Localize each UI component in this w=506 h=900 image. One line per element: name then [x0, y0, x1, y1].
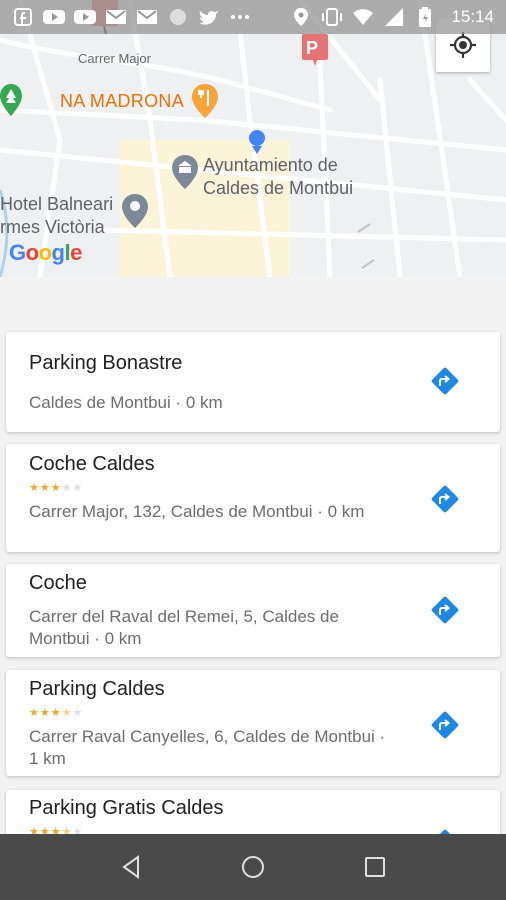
rating-stars: ★★★★★: [29, 482, 84, 494]
youtube-icon: [43, 7, 65, 27]
location-icon: [290, 7, 312, 27]
place-name: Coche Caldes: [29, 453, 155, 475]
circle-icon: [167, 7, 189, 27]
status-bar: 15:14: [0, 0, 506, 34]
place-address: Carrer Major, 132, Caldes de Montbui · 0…: [29, 502, 365, 521]
restaurant-label: NA MADRONA: [60, 91, 185, 111]
place-name: Coche: [29, 572, 87, 594]
home-icon: [242, 856, 264, 878]
road-arrow-icon: [357, 223, 371, 233]
gmail-icon: [136, 7, 158, 27]
status-time: 15:14: [451, 7, 494, 26]
townhall-marker-icon[interactable]: [172, 155, 198, 191]
battery-icon: [414, 7, 436, 27]
twitter-icon: [198, 7, 220, 27]
hotel-label-2: rmes Victòria: [0, 217, 105, 237]
directions-icon[interactable]: [430, 710, 460, 740]
place-card[interactable]: Parking Caldes ★★★★★ Carrer Raval Canyel…: [6, 670, 500, 776]
townhall-label-2: Caldes de Montbui: [203, 178, 354, 198]
place-card[interactable]: Coche Carrer del Raval del Remei, 5, Cal…: [6, 564, 500, 657]
place-address: Carrer del Raval del Remei, 5, Caldes de…: [29, 607, 339, 648]
gmail-icon: [105, 7, 127, 27]
vibrate-icon: [321, 7, 343, 27]
place-name: Parking Caldes: [29, 678, 165, 700]
places-list[interactable]: Parking Bonastre Caldes de Montbui · 0 k…: [0, 277, 506, 834]
place-name: Parking Gratis Caldes: [29, 797, 224, 819]
facebook-icon: [12, 7, 34, 27]
street-label: Carrer Major: [78, 51, 151, 66]
hotel-label-1: Hotel Balneari: [0, 194, 114, 214]
user-location-icon: [249, 130, 265, 154]
rating-stars: ★★★★★: [29, 707, 84, 719]
signal-icon: [383, 7, 405, 27]
road-arrow-icon: [361, 259, 375, 269]
back-button[interactable]: [111, 847, 151, 887]
wifi-icon: [352, 7, 374, 27]
youtube-icon: [74, 7, 96, 27]
townhall-label-1: Ayuntamiento de: [203, 155, 338, 175]
more-icon: [229, 7, 251, 27]
place-address: Carrer Raval Canyelles, 6, Caldes de Mon…: [29, 727, 386, 768]
home-button[interactable]: [233, 847, 273, 887]
place-address: Caldes de Montbui · 0 km: [29, 393, 223, 412]
place-card[interactable]: Parking Bonastre Caldes de Montbui · 0 k…: [6, 332, 500, 432]
directions-icon[interactable]: [430, 484, 460, 514]
directions-icon[interactable]: [430, 366, 460, 396]
restaurant-marker-icon[interactable]: [192, 84, 218, 120]
place-name: Parking Bonastre: [29, 352, 183, 374]
back-icon: [122, 855, 139, 879]
google-logo: Google: [9, 240, 82, 265]
recents-button[interactable]: [355, 847, 395, 887]
rating-stars: ★★★★★: [29, 826, 84, 834]
hotel-marker-icon[interactable]: [122, 194, 148, 230]
place-card[interactable]: Parking Gratis Caldes ★★★★★: [6, 790, 500, 834]
map-view[interactable]: Carrer Major NA MADRONA Ayuntamiento de …: [0, 0, 506, 277]
place-card[interactable]: Coche Caldes ★★★★★ Carrer Major, 132, Ca…: [6, 444, 500, 552]
recents-icon: [365, 857, 385, 877]
parking-marker-icon[interactable]: P: [302, 34, 330, 66]
svg-text:P: P: [306, 38, 318, 58]
crosshair-icon: [450, 32, 476, 58]
navigation-bar: [0, 834, 506, 900]
park-marker-icon[interactable]: [0, 84, 22, 124]
directions-icon[interactable]: [430, 595, 460, 625]
